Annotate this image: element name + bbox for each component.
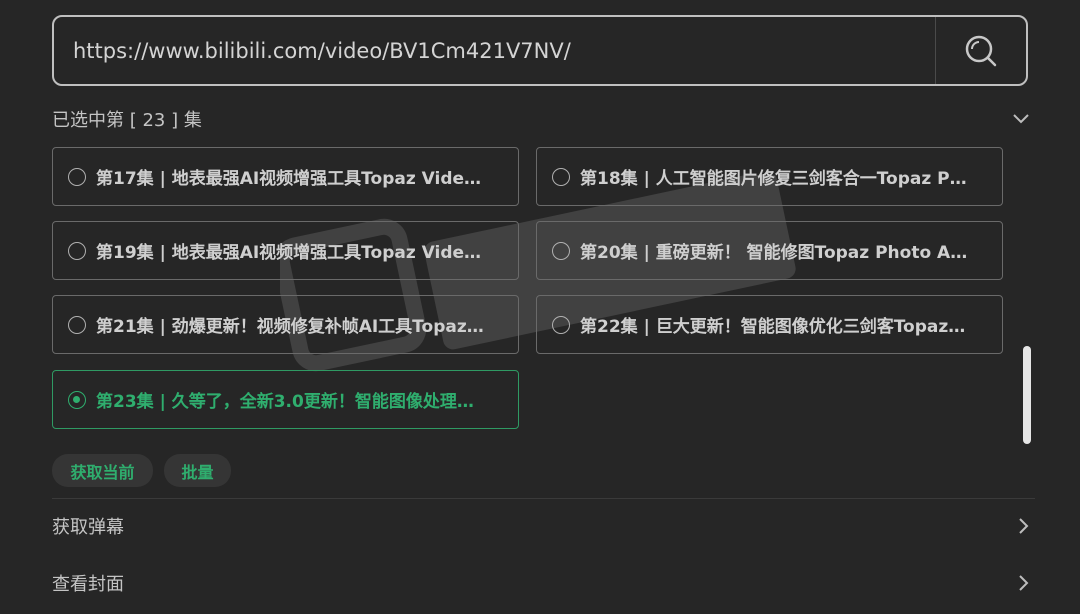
- divider: [52, 498, 1035, 499]
- episode-item-21[interactable]: 第21集 | 劲爆更新！视频修复补帧AI工具Topaz…: [52, 295, 519, 354]
- selection-row: 已选中第 [ 23 ] 集: [52, 104, 1030, 134]
- episode-label: 第21集 | 劲爆更新！视频修复补帧AI工具Topaz…: [96, 317, 484, 337]
- episode-item-22[interactable]: 第22集 | 巨大更新！智能图像优化三剑客Topaz…: [536, 295, 1003, 354]
- radio-button[interactable]: [68, 167, 86, 186]
- chevron-right-icon: [1019, 575, 1029, 591]
- episode-label: 第22集 | 巨大更新！智能图像优化三剑客Topaz…: [580, 317, 966, 337]
- episode-label: 第23集 | 久等了，全新3.0更新！智能图像处理…: [96, 392, 474, 412]
- episode-label: 第17集 | 地表最强AI视频增强工具Topaz Video…: [96, 169, 486, 189]
- episode-item-20[interactable]: 第20集 | 重磅更新！ 智能修图Topaz Photo AI …: [536, 221, 1003, 280]
- url-bar: [52, 15, 1028, 86]
- chevron-down-icon: [1013, 114, 1029, 124]
- collapse-toggle[interactable]: [1012, 113, 1030, 125]
- url-input[interactable]: [54, 16, 935, 85]
- menu-item-danmaku[interactable]: 获取弹幕: [52, 506, 1030, 546]
- episode-item-18[interactable]: 第18集 | 人工智能图片修复三剑客合一Topaz P…: [536, 147, 1003, 206]
- get-current-button[interactable]: 获取当前: [52, 454, 153, 487]
- menu-item-cover[interactable]: 查看封面: [52, 563, 1030, 603]
- batch-button[interactable]: 批量: [164, 454, 231, 487]
- radio-button[interactable]: [552, 241, 570, 260]
- radio-button[interactable]: [552, 315, 570, 334]
- episode-item-19[interactable]: 第19集 | 地表最强AI视频增强工具Topaz Video…: [52, 221, 519, 280]
- radio-button-selected[interactable]: [68, 390, 86, 409]
- menu-label: 获取弹幕: [52, 517, 124, 538]
- radio-button[interactable]: [552, 167, 570, 186]
- search-icon: [965, 35, 997, 66]
- menu-label: 查看封面: [52, 574, 124, 595]
- episode-item-17[interactable]: 第17集 | 地表最强AI视频增强工具Topaz Video…: [52, 147, 519, 206]
- episode-label: 第19集 | 地表最强AI视频增强工具Topaz Video…: [96, 243, 486, 263]
- chevron-right-icon: [1019, 518, 1029, 534]
- search-button[interactable]: [936, 17, 1026, 84]
- scrollbar-thumb[interactable]: [1023, 346, 1031, 444]
- radio-button[interactable]: [68, 315, 86, 334]
- episode-item-23[interactable]: 第23集 | 久等了，全新3.0更新！智能图像处理…: [52, 370, 519, 429]
- radio-button[interactable]: [68, 241, 86, 260]
- selection-status: 已选中第 [ 23 ] 集: [52, 110, 202, 131]
- episode-label: 第20集 | 重磅更新！ 智能修图Topaz Photo AI …: [580, 243, 970, 263]
- episode-label: 第18集 | 人工智能图片修复三剑客合一Topaz P…: [580, 169, 967, 189]
